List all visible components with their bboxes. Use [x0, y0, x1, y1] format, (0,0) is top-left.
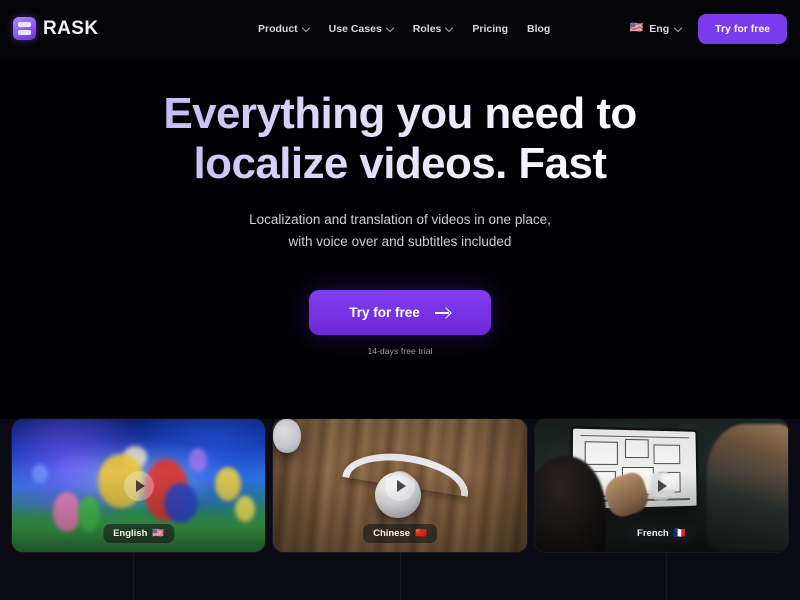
play-icon[interactable]: [384, 470, 415, 501]
subhead-line-1: Localization and translation of videos i…: [249, 212, 551, 228]
logo-bar-bottom: [18, 29, 31, 35]
video-card-french[interactable]: French 🇫🇷: [534, 419, 788, 552]
hero-try-for-free-button[interactable]: Try for free: [309, 290, 491, 336]
nav-label: Blog: [526, 22, 551, 35]
video-card-chinese[interactable]: Chinese 🇨🇳: [273, 419, 527, 552]
cn-flag-icon: 🇨🇳: [415, 527, 427, 539]
play-icon[interactable]: [646, 470, 677, 501]
hero-section: Everything you need to localize videos. …: [0, 57, 800, 356]
card-language-pill: English 🇺🇸: [103, 524, 175, 543]
language-selector[interactable]: 🇺🇸 Eng: [630, 23, 683, 35]
chevron-down-icon: [387, 25, 394, 32]
hero-cta-label: Try for free: [349, 305, 420, 321]
hero-subheadline: Localization and translation of videos i…: [0, 209, 800, 253]
nav-item-use-cases[interactable]: Use Cases: [329, 23, 394, 35]
nav-item-pricing[interactable]: Pricing: [472, 23, 508, 35]
fr-flag-icon: 🇫🇷: [673, 527, 686, 539]
play-triangle: [396, 479, 406, 492]
language-label: Eng: [649, 22, 670, 35]
card-language-label: French: [637, 528, 669, 539]
us-flag-icon: 🇺🇸: [629, 22, 644, 34]
chevron-down-icon: [446, 25, 453, 32]
video-card-list: English 🇺🇸 Chinese 🇨🇳 French 🇫🇷: [0, 419, 800, 552]
hero-headline: Everything you need to localize videos. …: [0, 89, 800, 189]
hero-cta-group: Try for free 14-days free trial: [0, 290, 800, 356]
rask-logo-mark-icon: [13, 17, 36, 40]
nav-item-product[interactable]: Product: [258, 23, 310, 35]
video-card-english[interactable]: English 🇺🇸: [12, 419, 266, 552]
header-try-for-free-button[interactable]: Try for free: [698, 13, 787, 44]
chevron-down-icon: [675, 25, 682, 32]
nav-item-blog[interactable]: Blog: [527, 23, 550, 35]
logo-text: RASK: [43, 17, 99, 39]
play-triangle: [135, 479, 145, 492]
header-actions: 🇺🇸 Eng Try for free: [630, 13, 787, 44]
play-icon[interactable]: [123, 470, 154, 501]
arrow-right-icon: [434, 307, 451, 318]
chevron-down-icon: [303, 25, 310, 32]
site-header: RASK Product Use Cases Roles Pricing Blo…: [0, 0, 800, 57]
subhead-line-2: with voice over and subtitles included: [288, 234, 512, 250]
nav-label: Use Cases: [328, 22, 382, 35]
play-triangle: [658, 479, 668, 492]
card-language-label: Chinese: [373, 528, 411, 539]
card-language-pill: Chinese 🇨🇳: [363, 524, 437, 543]
headline-line-2: localize videos. Fast: [193, 139, 607, 189]
card-language-label: English: [113, 528, 148, 539]
logo[interactable]: RASK: [13, 17, 98, 40]
logo-bar-top: [18, 22, 31, 28]
nav-item-roles[interactable]: Roles: [413, 23, 454, 35]
landing-page: RASK Product Use Cases Roles Pricing Blo…: [0, 0, 800, 600]
headline-line-1: Everything you need to: [163, 89, 637, 138]
main-nav: Product Use Cases Roles Pricing Blog: [258, 23, 550, 35]
nav-label: Pricing: [472, 22, 508, 35]
nav-label: Product: [258, 22, 298, 35]
free-trial-note: 14-days free trial: [367, 346, 433, 357]
us-flag-icon: 🇺🇸: [152, 527, 165, 539]
nav-label: Roles: [412, 22, 442, 35]
card-language-pill: French 🇫🇷: [627, 524, 696, 543]
